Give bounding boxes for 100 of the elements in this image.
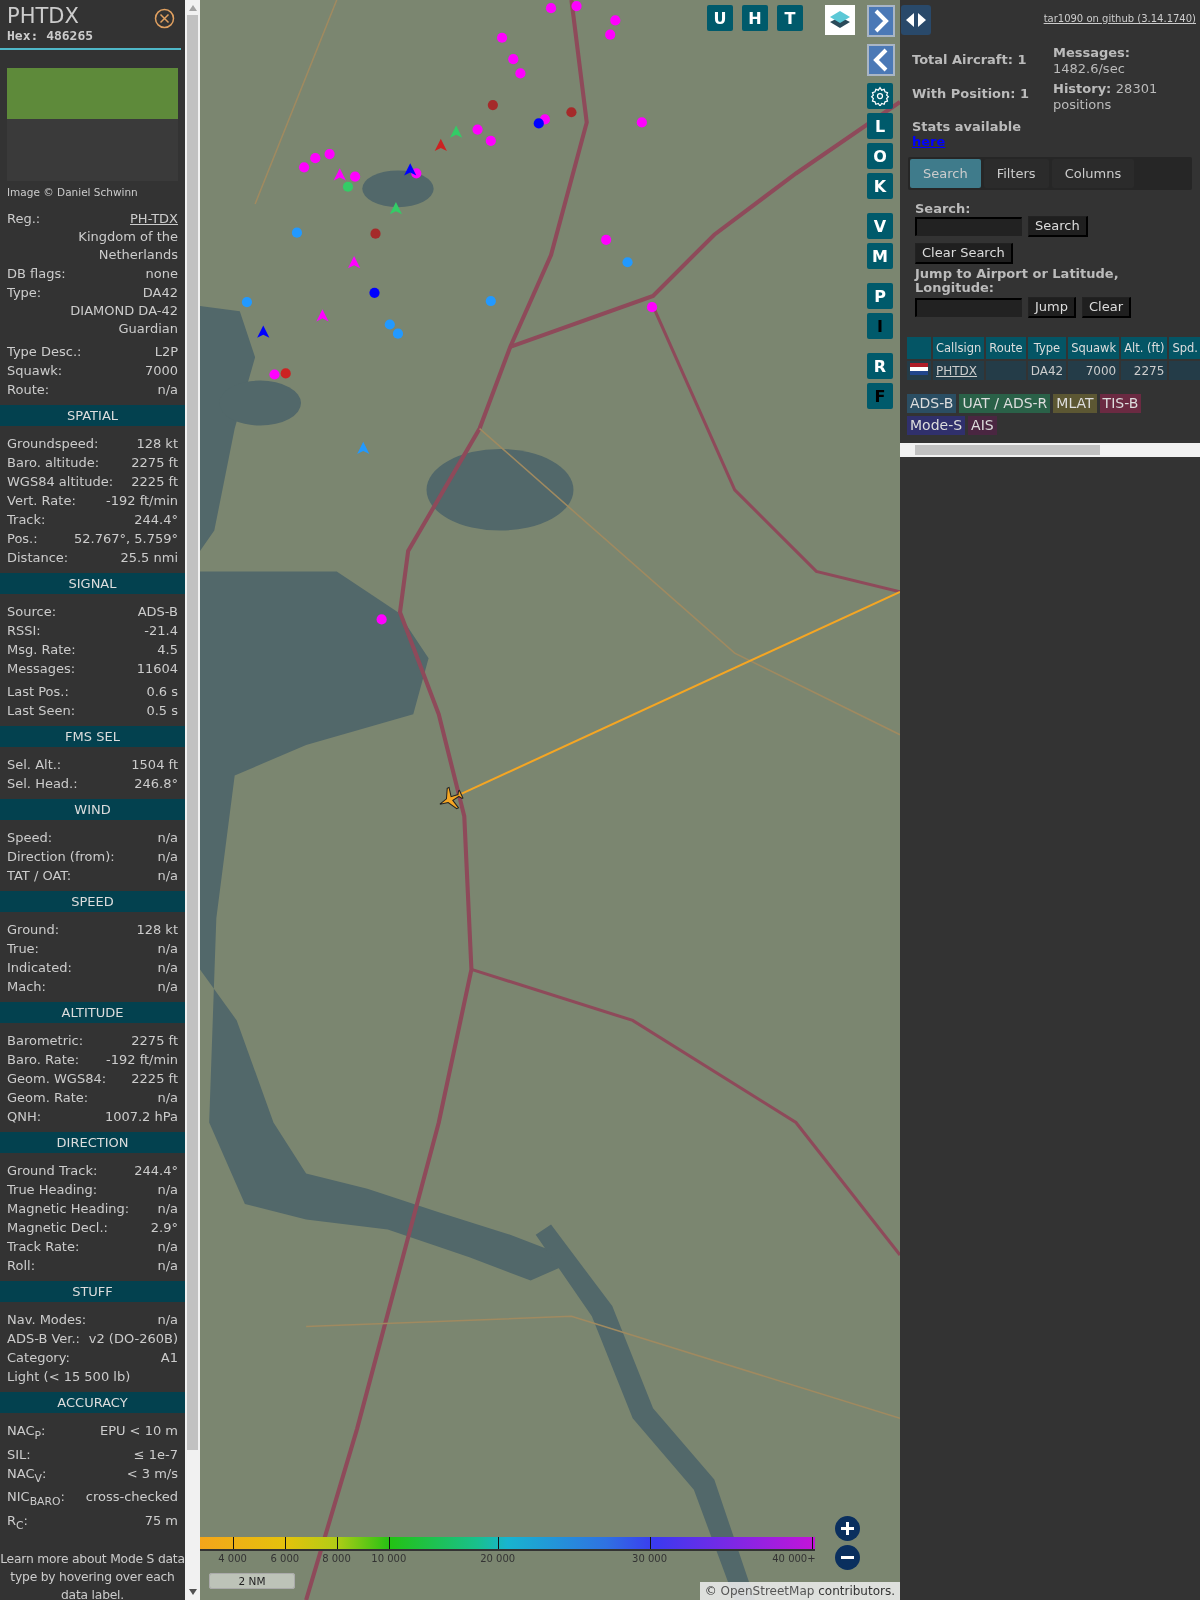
aircraft-marker[interactable] (571, 1, 582, 12)
clear-button[interactable]: Clear (1082, 297, 1131, 318)
back-button[interactable] (867, 44, 895, 76)
column-header[interactable]: Callsign (933, 337, 985, 359)
aircraft-marker[interactable] (515, 68, 526, 79)
aircraft-marker[interactable] (299, 162, 310, 173)
hex-code: Hex: 486265 (7, 28, 94, 44)
field-value: 1504 ft (131, 756, 178, 774)
search-field[interactable] (915, 217, 1022, 236)
aircraft-marker[interactable] (350, 171, 361, 182)
settings-button[interactable] (867, 83, 893, 109)
aircraft-marker[interactable] (496, 32, 508, 43)
plane-icon[interactable] (439, 786, 464, 810)
aircraft-marker[interactable] (280, 368, 291, 379)
section-header: STUFF (0, 1281, 185, 1302)
aircraft-marker[interactable] (472, 124, 483, 135)
toggle-button[interactable]: V (867, 213, 893, 239)
aircraft-marker[interactable] (605, 29, 616, 40)
field-value: n/a (157, 1089, 178, 1107)
clear-search-button[interactable]: Clear Search (915, 243, 1013, 264)
attribution-link[interactable]: OpenStreetMap (720, 1584, 815, 1598)
field-value: 244.4° (134, 511, 178, 529)
aircraft-marker[interactable] (601, 234, 612, 245)
toggle-button[interactable]: M (867, 243, 893, 269)
jump-field[interactable] (915, 298, 1022, 317)
help-note: Learn more about Mode S data type by hovering over each data label. (0, 1551, 185, 1600)
zoom-in-button[interactable] (835, 1516, 860, 1541)
aircraft-marker[interactable] (347, 256, 361, 269)
tab[interactable]: Filters (983, 159, 1049, 188)
aircraft-marker[interactable] (310, 153, 321, 164)
field-label: Type: (7, 284, 42, 302)
column-header[interactable]: Type (1027, 337, 1067, 359)
aircraft-marker[interactable] (370, 228, 381, 239)
horizontal-scrollbar[interactable] (900, 443, 1200, 457)
aircraft-marker[interactable] (533, 118, 544, 129)
toggle-button[interactable]: P (867, 283, 893, 309)
aircraft-marker[interactable] (257, 325, 270, 338)
aircraft-marker[interactable] (434, 138, 447, 151)
aircraft-marker[interactable] (333, 168, 346, 181)
scrollbar[interactable] (185, 0, 200, 1600)
scale-label: 40 000+ (772, 1553, 816, 1564)
aircraft-marker[interactable] (545, 3, 557, 14)
field-label: NAC$_{V}$: (7, 1464, 47, 1487)
github-link[interactable]: tar1090 on github (3.14.1740) (1043, 13, 1196, 24)
scroll-up-icon[interactable] (189, 5, 197, 11)
field-label: Msg. Rate: (7, 641, 76, 659)
aircraft-marker[interactable] (636, 117, 647, 128)
tab[interactable]: Columns (1051, 159, 1135, 188)
aircraft-marker[interactable] (342, 181, 354, 192)
registration-link[interactable]: PH-TDX (130, 209, 178, 228)
map-toggle-button[interactable]: U (707, 5, 733, 31)
callsign-link[interactable]: PHTDX (936, 363, 978, 378)
aircraft-marker[interactable] (646, 302, 658, 313)
toggle-button[interactable]: R (867, 353, 893, 379)
layers-button[interactable] (825, 5, 855, 35)
aircraft-marker[interactable] (241, 296, 253, 308)
field-value: n/a (157, 959, 178, 977)
map-toggle-button[interactable]: H (742, 5, 768, 31)
toggle-button[interactable]: O (867, 143, 893, 169)
aircraft-marker[interactable] (404, 163, 417, 176)
aircraft-marker[interactable] (316, 309, 329, 322)
toggle-button[interactable]: L (867, 113, 893, 139)
aircraft-marker[interactable] (269, 369, 280, 380)
next-button[interactable] (867, 5, 895, 37)
field-label: DB flags: (7, 265, 66, 283)
field-value: 244.4° (134, 1162, 178, 1180)
close-button[interactable] (154, 8, 175, 29)
aircraft-marker[interactable] (384, 319, 395, 330)
field-value: 246.8° (134, 775, 178, 793)
zoom-out-button[interactable] (835, 1545, 860, 1570)
aircraft-marker[interactable] (291, 227, 303, 238)
aircraft-marker[interactable] (357, 441, 370, 455)
stat-text: Messages: 1482.6/sec (1053, 45, 1132, 77)
aircraft-marker[interactable] (392, 328, 404, 339)
jump-button[interactable]: Jump (1028, 297, 1076, 318)
map-toggle-button[interactable]: T (777, 5, 803, 31)
field-value: n/a (157, 829, 178, 847)
column-header[interactable]: Alt. (ft) (1121, 337, 1168, 359)
aircraft-marker[interactable] (485, 295, 496, 307)
aircraft-marker[interactable] (487, 100, 498, 111)
field-label: Groundspeed: (7, 435, 99, 453)
toggle-button[interactable]: K (867, 173, 893, 199)
aircraft-marker[interactable] (389, 202, 403, 215)
aircraft-marker[interactable] (622, 257, 633, 268)
column-header[interactable]: Spd. (1169, 337, 1200, 359)
aircraft-marker[interactable] (566, 107, 577, 118)
search-button[interactable]: Search (1028, 216, 1088, 237)
aircraft-marker[interactable] (610, 15, 621, 26)
aircraft-marker[interactable] (376, 614, 387, 625)
aircraft-marker[interactable] (369, 287, 380, 298)
aircraft-marker[interactable] (508, 54, 519, 65)
column-header[interactable]: Route (986, 337, 1026, 359)
column-header[interactable]: Squawk (1068, 337, 1120, 359)
aircraft-marker[interactable] (324, 149, 335, 160)
field-value: n/a (157, 848, 178, 866)
aircraft-marker[interactable] (485, 135, 496, 146)
source-tag: UAT / ADS-R (959, 394, 1051, 413)
collapse-button[interactable] (901, 5, 931, 35)
scroll-down-icon[interactable] (189, 1589, 197, 1595)
aircraft-marker[interactable] (450, 125, 463, 138)
